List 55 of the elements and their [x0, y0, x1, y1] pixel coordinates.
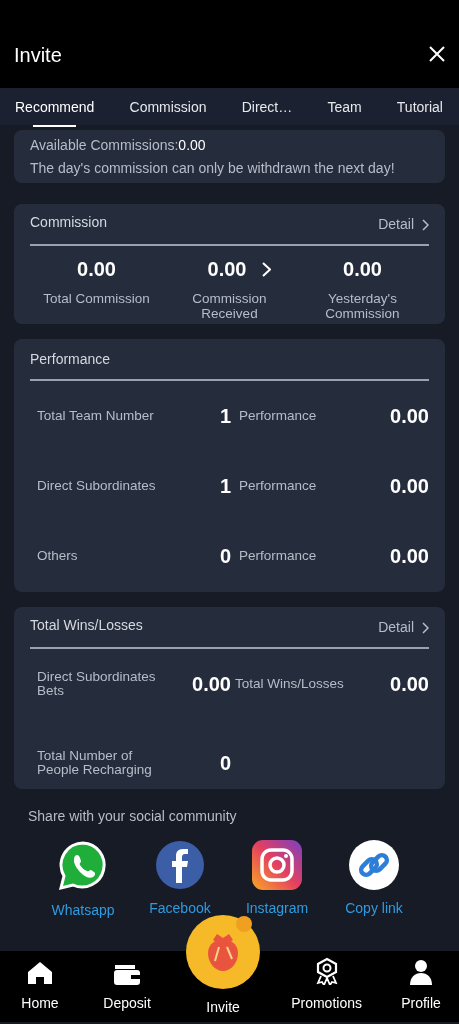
- link-icon: [349, 840, 399, 891]
- nav-item[interactable]: Promotions: [291, 957, 362, 1015]
- stat-value: 0.00: [77, 257, 116, 283]
- camera-icon: [252, 840, 302, 891]
- detail-link[interactable]: Detail: [378, 620, 429, 636]
- chevron-icon: [422, 621, 429, 634]
- home-icon: [27, 961, 53, 986]
- row-label: Direct Subordinates: [37, 479, 157, 494]
- share-option[interactable]: Copy link: [331, 840, 417, 922]
- row-label: Others: [37, 549, 79, 564]
- card-title: Performance: [30, 351, 111, 368]
- nav-item[interactable]: Profile: [393, 959, 449, 1015]
- metric-value: 0.00: [390, 672, 429, 698]
- stat-value: 0.00: [343, 257, 382, 283]
- metric-value: 0.00: [390, 474, 429, 500]
- tab[interactable]: Tutorial: [396, 86, 443, 127]
- facebook-icon: [155, 840, 205, 891]
- row-label: Total Team Number: [37, 409, 155, 424]
- metric-label: Performance: [239, 479, 318, 494]
- person-icon: [410, 959, 432, 986]
- metric-label: Total Wins/Losses: [235, 677, 345, 692]
- share-option[interactable]: Whatsapp: [40, 840, 126, 922]
- card-title: Total Wins/Losses: [30, 616, 143, 636]
- share-heading: Share with your social community: [28, 809, 238, 825]
- row-count: 1: [218, 474, 231, 500]
- metric-value: 0.00: [390, 544, 429, 570]
- metric-value: 0.00: [390, 404, 429, 430]
- award-badge-icon: [314, 957, 339, 986]
- nav-item[interactable]: Deposit: [99, 961, 156, 1015]
- chat-bubble-icon: [57, 840, 109, 893]
- row-value: 0.00: [191, 672, 231, 698]
- stat-label: Commission Received: [191, 292, 268, 321]
- stat-label: Total Commission: [42, 292, 151, 307]
- row-label: Direct Subordinates Bets: [37, 670, 157, 699]
- card-title: Commission: [30, 213, 107, 233]
- row-label: Total Number of People Recharging: [37, 749, 153, 778]
- available-commissions: Available Commissions:0.00: [30, 138, 207, 153]
- metric-label: Performance: [239, 549, 318, 564]
- gift-bag-icon: [186, 915, 261, 990]
- chevron-icon[interactable]: [262, 261, 272, 277]
- detail-link[interactable]: Detail: [378, 217, 429, 233]
- stat-value: 0.00: [207, 257, 247, 283]
- close-icon[interactable]: [429, 46, 445, 62]
- row-value: 0: [218, 751, 231, 777]
- row-count: 0: [218, 544, 231, 570]
- withdraw-note: The day's commission can only be withdrawn the next day!: [30, 160, 396, 176]
- tab[interactable]: Direct…: [241, 86, 293, 127]
- tab[interactable]: Team: [327, 86, 362, 127]
- tab[interactable]: Commission: [129, 86, 207, 127]
- metric-label: Performance: [239, 409, 318, 424]
- nav-item[interactable]: Home: [12, 961, 68, 1015]
- row-count: 1: [218, 404, 231, 430]
- stat-label: Yesterday's Commission: [324, 292, 401, 321]
- page-title: Invite: [14, 43, 62, 68]
- chevron-icon: [422, 218, 429, 231]
